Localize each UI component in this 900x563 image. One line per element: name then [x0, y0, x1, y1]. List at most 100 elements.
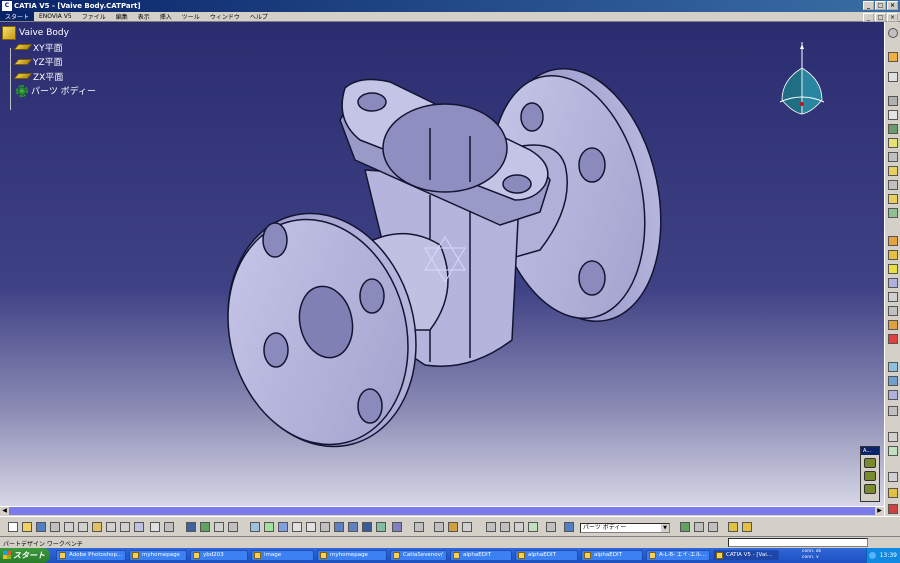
loft-icon[interactable] [888, 208, 898, 218]
measure-item-icon[interactable] [500, 522, 510, 532]
update-icon[interactable] [864, 484, 876, 494]
scaling-icon[interactable] [888, 376, 898, 386]
current-layer-select[interactable]: パーツ ボディー ▼ [580, 523, 670, 533]
knowledge-icon[interactable] [214, 522, 224, 532]
menu-help[interactable]: ヘルプ [245, 12, 273, 21]
shaft-icon[interactable] [888, 124, 898, 134]
chamfer-icon[interactable] [888, 250, 898, 260]
hide-show-icon[interactable] [362, 522, 372, 532]
power-input-field[interactable] [728, 538, 868, 547]
rotate-icon[interactable] [278, 522, 288, 532]
horizontal-scrollbar[interactable]: ◀ ▶ [0, 506, 884, 515]
sketcher-icon[interactable] [888, 52, 898, 62]
taskbar-item[interactable]: myhomepage [317, 550, 387, 561]
minimize-button[interactable]: _ [863, 1, 874, 10]
zoom-in-icon[interactable] [292, 522, 302, 532]
scroll-right-arrow-icon[interactable]: ▶ [875, 507, 884, 515]
start-button[interactable]: スタート [0, 548, 50, 563]
maximize-button[interactable]: □ [875, 1, 886, 10]
taskbar-item[interactable]: alphaEDIT [581, 550, 643, 561]
taskbar-item[interactable]: A-L-B- エイ-エル... [646, 550, 710, 561]
pad-icon[interactable] [888, 96, 898, 106]
catalog-icon[interactable] [186, 522, 196, 532]
comment-icon[interactable] [164, 522, 174, 532]
shell-icon[interactable] [888, 278, 898, 288]
valve-body-model[interactable] [0, 22, 884, 506]
copy-icon[interactable] [78, 522, 88, 532]
pattern-icon[interactable] [888, 362, 898, 372]
slot-icon[interactable] [888, 180, 898, 190]
normal-view-icon[interactable] [320, 522, 330, 532]
link-icon[interactable] [742, 522, 752, 532]
multi-view-icon[interactable] [392, 522, 402, 532]
menu-enovia[interactable]: ENOVIA V5 [34, 13, 77, 20]
new-file-icon[interactable] [8, 522, 18, 532]
rib-icon[interactable] [888, 166, 898, 176]
catia-logo-icon[interactable] [888, 504, 898, 514]
floating-toolbar[interactable]: A... [860, 446, 880, 502]
boolean-icon[interactable] [888, 406, 898, 416]
grid-icon[interactable] [888, 390, 898, 400]
hole-icon[interactable] [888, 152, 898, 162]
measure-icon[interactable] [888, 432, 898, 442]
zoom-out-icon[interactable] [306, 522, 316, 532]
property-icon[interactable] [546, 522, 556, 532]
thread-icon[interactable] [888, 306, 898, 316]
open-file-icon[interactable] [22, 522, 32, 532]
update-all-icon[interactable] [414, 522, 424, 532]
print-icon[interactable] [50, 522, 60, 532]
cut-icon[interactable] [64, 522, 74, 532]
doc-restore-button[interactable]: □ [875, 13, 886, 22]
stiffener-icon[interactable] [888, 194, 898, 204]
material-icon[interactable] [528, 522, 538, 532]
menu-view[interactable]: 表示 [133, 12, 155, 21]
taskbar-item[interactable]: alphaEDIT [450, 550, 512, 561]
paste-icon[interactable] [92, 522, 102, 532]
constraint-defined-icon[interactable] [864, 471, 876, 481]
fit-all-icon[interactable] [250, 522, 260, 532]
save-icon[interactable] [36, 522, 46, 532]
layer-icon[interactable] [564, 522, 574, 532]
help-icon[interactable] [134, 522, 144, 532]
menu-file[interactable]: ファイル [77, 12, 111, 21]
render-icon[interactable] [680, 522, 690, 532]
shading-icon[interactable] [348, 522, 358, 532]
catia-app-icon[interactable]: C [2, 1, 12, 11]
groove-icon[interactable] [888, 138, 898, 148]
apply-material-icon[interactable] [888, 446, 898, 456]
fillet-icon[interactable] [888, 236, 898, 246]
measure-between-icon[interactable] [486, 522, 496, 532]
thickness-icon[interactable] [888, 292, 898, 302]
doc-minimize-button[interactable]: _ [863, 13, 874, 22]
redo-icon[interactable] [120, 522, 130, 532]
iso-view-icon[interactable] [334, 522, 344, 532]
taskbar-item[interactable]: alphaEDIT [515, 550, 578, 561]
annotation-icon[interactable] [888, 488, 898, 498]
close-button[interactable]: × [887, 1, 898, 10]
menu-start[interactable]: スタート [0, 12, 35, 21]
mirror-icon[interactable] [888, 334, 898, 344]
point-icon[interactable] [434, 522, 444, 532]
axis-icon[interactable] [462, 522, 472, 532]
constraint-icon[interactable] [864, 458, 876, 468]
menu-window[interactable]: ウィンドウ [205, 12, 245, 21]
pocket-icon[interactable] [888, 110, 898, 120]
taskbar-item[interactable]: image [251, 550, 314, 561]
taskbar-item[interactable]: ybd203 [190, 550, 248, 561]
line-icon[interactable] [448, 522, 458, 532]
publish-icon[interactable] [728, 522, 738, 532]
select-icon[interactable] [228, 522, 238, 532]
floating-toolbar-title[interactable]: A... [861, 447, 879, 455]
menu-tools[interactable]: ツール [177, 12, 205, 21]
network-icon[interactable] [869, 552, 876, 559]
doc-close-button[interactable]: × [887, 13, 898, 22]
tool-palette-icon[interactable] [200, 522, 210, 532]
taskbar-item[interactable]: myhomepage [129, 550, 187, 561]
swap-visible-icon[interactable] [376, 522, 386, 532]
sketch-icon[interactable] [888, 28, 898, 38]
menu-edit[interactable]: 編集 [111, 12, 133, 21]
snapshot-icon[interactable] [694, 522, 704, 532]
translate-icon[interactable] [888, 320, 898, 330]
scene-icon[interactable] [708, 522, 718, 532]
analysis-icon[interactable] [888, 472, 898, 482]
